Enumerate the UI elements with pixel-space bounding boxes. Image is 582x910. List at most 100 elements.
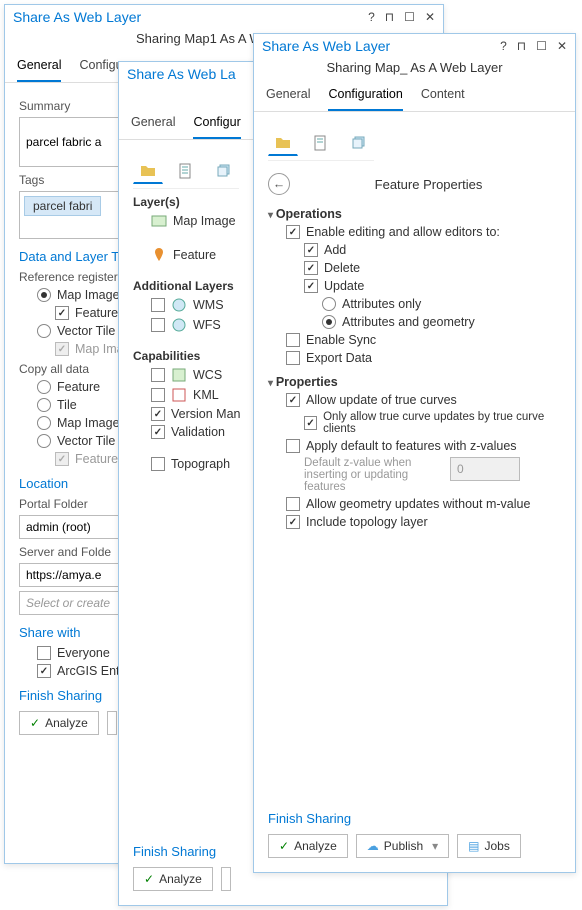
maximize-icon[interactable]: ☐ — [536, 39, 547, 53]
analyze-button[interactable]: ✓Analyze — [268, 834, 348, 858]
checkbox-icon — [286, 497, 300, 511]
radio-icon — [322, 315, 336, 329]
check-enable-editing[interactable]: Enable editing and allow editors to: — [286, 225, 561, 239]
doc-icon[interactable] — [306, 130, 336, 156]
tag-chip[interactable]: parcel fabri — [24, 196, 101, 216]
globe-icon — [171, 317, 187, 333]
z-value-input — [450, 457, 520, 481]
tab-config[interactable]: Configur — [193, 109, 240, 139]
checkbox-icon — [55, 452, 69, 466]
tab-general[interactable]: General — [131, 109, 175, 139]
checkbox-icon — [286, 351, 300, 365]
publish-button[interactable]: ☁Publish▾ — [356, 834, 449, 858]
check-icon: ✓ — [144, 872, 154, 886]
close-icon[interactable]: ✕ — [557, 39, 567, 53]
checkbox-icon — [55, 306, 69, 320]
cloud-icon: ☁ — [367, 839, 379, 853]
check-export-data[interactable]: Export Data — [286, 351, 561, 365]
check-apply-z[interactable]: Apply default to features with z-values — [286, 439, 561, 453]
analyze-button[interactable]: ✓Analyze — [133, 867, 213, 891]
radio-attrs-geom[interactable]: Attributes and geometry — [322, 315, 561, 329]
checkbox-icon — [286, 515, 300, 529]
list-icon: ▤ — [468, 839, 479, 853]
section-finish: Finish Sharing — [268, 811, 561, 826]
checkbox-icon — [304, 279, 318, 293]
checkbox-icon — [304, 416, 317, 430]
checkbox-icon — [304, 261, 318, 275]
checkbox-icon — [151, 425, 165, 439]
grid-icon — [171, 367, 187, 383]
check-true-curves[interactable]: Allow update of true curves — [286, 393, 561, 407]
radio-icon — [37, 288, 51, 302]
checkbox-icon — [151, 318, 165, 332]
analyze-button[interactable]: ✓Analyze — [19, 711, 99, 735]
config-layer-icons — [268, 122, 374, 161]
checkbox-icon — [151, 457, 165, 471]
check-enable-sync[interactable]: Enable Sync — [286, 333, 561, 347]
stack-icon[interactable] — [344, 130, 374, 156]
checkbox-icon — [151, 407, 165, 421]
window-title: Share As Web Layer — [13, 9, 358, 25]
page-heading: Feature Properties — [296, 177, 561, 192]
partial-button[interactable] — [221, 867, 231, 891]
folder-icon[interactable] — [133, 158, 163, 184]
folder-icon[interactable] — [268, 130, 298, 156]
config-layer-icons — [133, 150, 239, 189]
check-update[interactable]: Update — [304, 279, 561, 293]
jobs-button[interactable]: ▤Jobs — [457, 834, 521, 858]
radio-attrs-only[interactable]: Attributes only — [322, 297, 561, 311]
checkbox-icon — [286, 333, 300, 347]
titlebar: Share As Web Layer ? ⊓ ☐ ✕ — [5, 5, 443, 29]
doc-icon[interactable] — [171, 158, 201, 184]
check-icon: ✓ — [279, 839, 289, 853]
help-icon[interactable]: ? — [500, 39, 507, 53]
checkbox-icon — [286, 439, 300, 453]
radio-icon — [37, 380, 51, 394]
help-icon[interactable]: ? — [368, 10, 375, 24]
check-allow-m[interactable]: Allow geometry updates without m-value — [286, 497, 561, 511]
check-delete[interactable]: Delete — [304, 261, 561, 275]
checkbox-icon — [151, 298, 165, 312]
operations-heading[interactable]: Operations — [268, 207, 561, 221]
checkbox-icon — [151, 388, 165, 402]
z-label: Default z-value when inserting or updati… — [304, 457, 444, 493]
check-only-true-curve[interactable]: Only allow true curve updates by true cu… — [304, 411, 561, 435]
pin-icon — [151, 247, 167, 263]
radio-icon — [37, 434, 51, 448]
close-icon[interactable]: ✕ — [425, 10, 435, 24]
chevron-down-icon: ▾ — [432, 839, 438, 853]
check-include-topo[interactable]: Include topology layer — [286, 515, 561, 529]
kml-icon — [171, 387, 187, 403]
checkbox-icon — [55, 342, 69, 356]
pin-icon[interactable]: ⊓ — [385, 10, 394, 24]
tab-general[interactable]: General — [17, 52, 61, 82]
z-value-row: Default z-value when inserting or updati… — [304, 457, 561, 493]
checkbox-icon — [286, 393, 300, 407]
tab-general[interactable]: General — [266, 81, 310, 111]
tab-content[interactable]: Content — [421, 81, 465, 111]
globe-icon — [171, 297, 187, 313]
window-title: Share As Web Layer — [262, 38, 490, 54]
check-icon: ✓ — [30, 716, 40, 730]
tab-config[interactable]: Configuration — [328, 81, 402, 111]
radio-icon — [37, 324, 51, 338]
radio-icon — [322, 297, 336, 311]
radio-icon — [37, 416, 51, 430]
tab-bar: General Configuration Content — [254, 81, 575, 112]
checkbox-icon — [286, 225, 300, 239]
pin-icon[interactable]: ⊓ — [517, 39, 526, 53]
checkbox-icon — [37, 646, 51, 660]
window-subtitle: Sharing Map_ As A Web Layer — [254, 58, 575, 81]
back-button[interactable]: ← — [268, 173, 290, 195]
titlebar: Share As Web Layer ? ⊓ ☐ ✕ — [254, 34, 575, 58]
checkbox-icon — [37, 664, 51, 678]
partial-button[interactable] — [107, 711, 117, 735]
window-front: Share As Web Layer ? ⊓ ☐ ✕ Sharing Map_ … — [253, 33, 576, 873]
properties-heading[interactable]: Properties — [268, 375, 561, 389]
checkbox-icon — [304, 243, 318, 257]
stack-icon[interactable] — [209, 158, 239, 184]
checkbox-icon — [151, 368, 165, 382]
map-icon — [151, 213, 167, 229]
check-add[interactable]: Add — [304, 243, 561, 257]
maximize-icon[interactable]: ☐ — [404, 10, 415, 24]
